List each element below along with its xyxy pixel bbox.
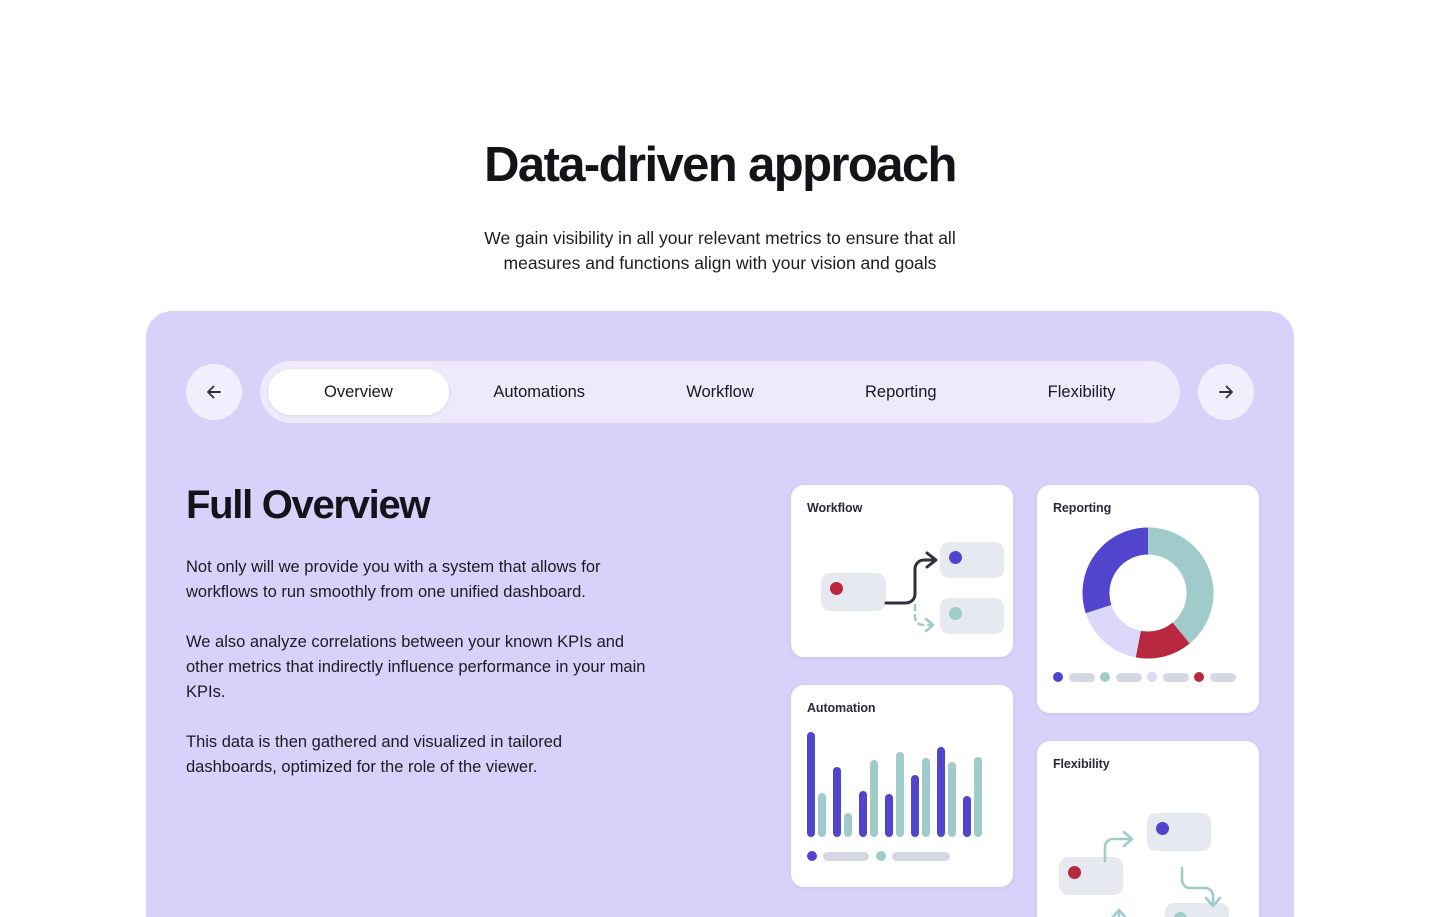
legend-item <box>1147 672 1189 682</box>
overview-paragraph-3: This data is then gathered and visualize… <box>186 733 563 776</box>
legend-item <box>807 851 869 861</box>
legend-placeholder-bar <box>892 851 950 861</box>
arrow-left-icon <box>203 381 225 403</box>
preview-cards: Workflow Automation Reporting Flexibilit… <box>791 485 1261 917</box>
section-title: Full Overview <box>186 483 431 527</box>
legend-placeholder-bar <box>823 851 869 861</box>
page-subtitle: We gain visibility in all your relevant … <box>484 227 956 274</box>
bar-group <box>963 757 982 837</box>
bar <box>896 751 904 837</box>
flexibility-diagram <box>1053 771 1243 917</box>
bar <box>859 790 867 837</box>
legend-placeholder-bar <box>1210 672 1236 682</box>
overview-body: Not only will we provide you with a syst… <box>186 555 656 780</box>
donut-segment <box>1147 527 1214 644</box>
tab-overview-label: Overview <box>324 382 393 401</box>
reporting-legend <box>1053 672 1243 682</box>
card-column-right: Reporting Flexibility <box>1037 485 1259 917</box>
donut-segment <box>1082 527 1149 614</box>
legend-placeholder-bar <box>1069 672 1095 682</box>
flexibility-connectors <box>1103 830 1222 917</box>
card-automation[interactable]: Automation <box>791 685 1013 887</box>
card-automation-title: Automation <box>807 701 876 715</box>
legend-item <box>1053 672 1095 682</box>
overview-text-column: Full Overview Not only will we provide y… <box>186 483 656 780</box>
bar <box>870 760 878 837</box>
bar <box>818 792 826 837</box>
tab-overview[interactable]: Overview <box>268 369 449 415</box>
bar-group <box>911 758 930 837</box>
bar <box>833 766 841 837</box>
legend-color-dot <box>1194 672 1204 682</box>
bar <box>807 732 815 837</box>
tab-flexibility-label: Flexibility <box>1047 382 1116 401</box>
tab-flexibility[interactable]: Flexibility <box>991 369 1172 415</box>
workflow-connectors <box>884 551 938 633</box>
bar <box>911 775 919 837</box>
page-header: Data-driven approach We gain visibility … <box>0 0 1440 277</box>
workflow-diagram <box>807 515 1004 657</box>
bar-group <box>859 760 878 837</box>
bar-group <box>807 732 826 837</box>
next-button[interactable] <box>1198 364 1254 420</box>
legend-placeholder-bar <box>1163 672 1189 682</box>
bar <box>885 793 893 837</box>
card-reporting[interactable]: Reporting <box>1037 485 1259 713</box>
bar <box>948 762 956 837</box>
legend-color-dot <box>807 851 817 861</box>
automation-legend <box>807 851 997 861</box>
legend-color-dot <box>1053 672 1063 682</box>
bar <box>937 747 945 837</box>
tab-automations-label: Automations <box>493 382 586 401</box>
tab-workflow-label: Workflow <box>686 382 754 401</box>
tab-reporting-label: Reporting <box>865 382 937 401</box>
legend-placeholder-bar <box>1116 672 1142 682</box>
card-flexibility[interactable]: Flexibility <box>1037 741 1259 917</box>
legend-item <box>876 851 950 861</box>
donut-segment <box>1085 604 1142 658</box>
tab-workflow[interactable]: Workflow <box>630 369 811 415</box>
page-title: Data-driven approach <box>484 138 957 192</box>
bar <box>963 795 971 837</box>
tab-automations[interactable]: Automations <box>449 369 630 415</box>
reporting-donut-wrap <box>1053 527 1243 659</box>
feature-panel: Overview Automations Workflow Reporting … <box>146 311 1294 917</box>
legend-item <box>1194 672 1236 682</box>
tab-navigation: Overview Automations Workflow Reporting … <box>186 353 1254 431</box>
bar <box>844 813 852 837</box>
donut-segment <box>1135 622 1190 659</box>
bar <box>922 758 930 837</box>
card-reporting-title: Reporting <box>1053 501 1112 515</box>
bar-group <box>833 766 852 837</box>
arrow-right-icon <box>1215 381 1237 403</box>
page-root: Data-driven approach We gain visibility … <box>0 0 1440 917</box>
bar <box>974 757 982 837</box>
tab-strip: Overview Automations Workflow Reporting … <box>260 361 1180 423</box>
card-workflow[interactable]: Workflow <box>791 485 1013 657</box>
card-flexibility-title: Flexibility <box>1053 757 1110 771</box>
legend-color-dot <box>1100 672 1110 682</box>
card-workflow-title: Workflow <box>807 501 863 515</box>
reporting-donut-chart <box>1082 527 1214 659</box>
legend-color-dot <box>1147 672 1157 682</box>
automation-bar-chart <box>807 729 997 837</box>
bar-group <box>937 747 956 837</box>
tab-reporting[interactable]: Reporting <box>810 369 991 415</box>
prev-button[interactable] <box>186 364 242 420</box>
card-column-left: Workflow Automation <box>791 485 1013 917</box>
legend-item <box>1100 672 1142 682</box>
overview-paragraph-2: We also analyze correlations between you… <box>186 633 646 701</box>
legend-color-dot <box>876 851 886 861</box>
overview-paragraph-1: Not only will we provide you with a syst… <box>186 558 601 601</box>
bar-group <box>885 751 904 837</box>
